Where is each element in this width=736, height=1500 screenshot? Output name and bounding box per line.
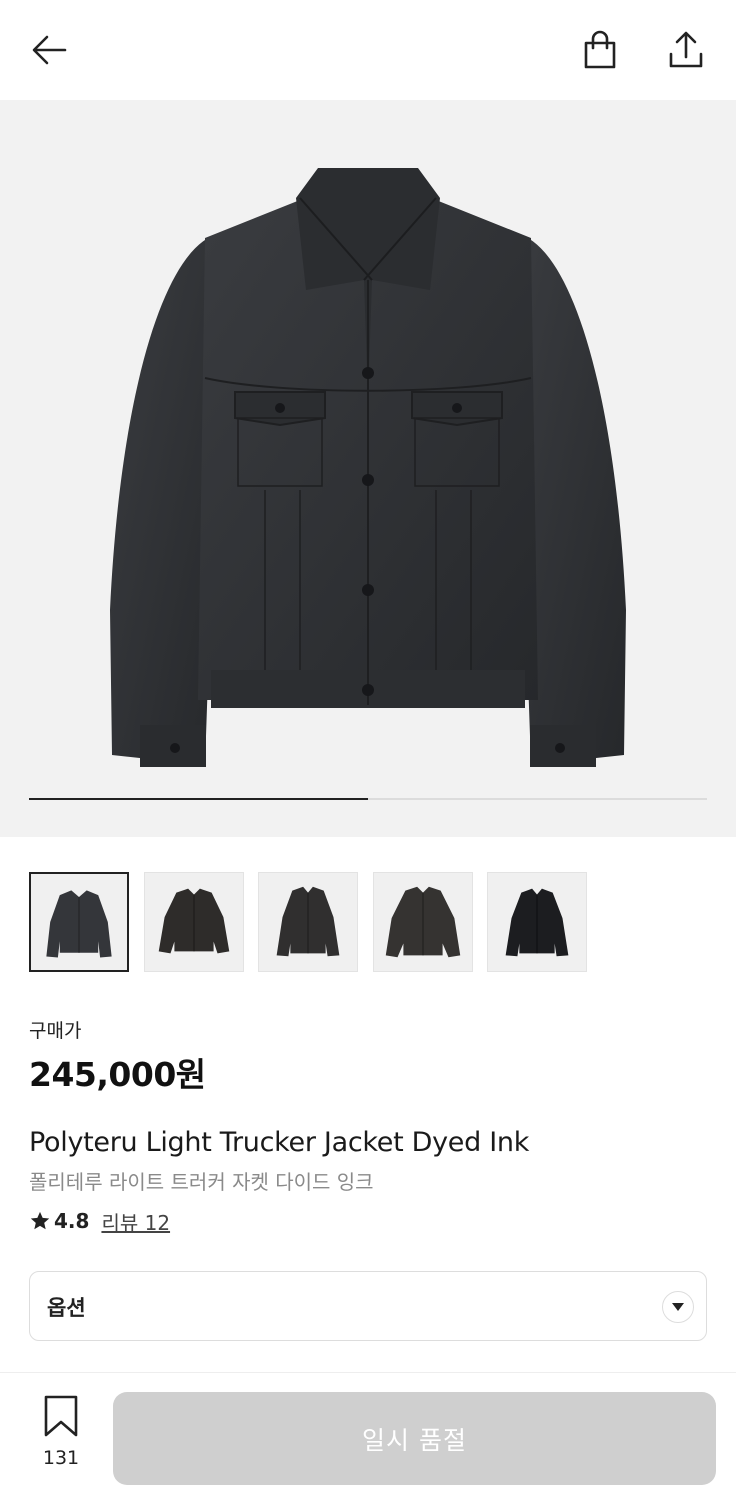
rating-value: 4.8 [54, 1209, 90, 1233]
jacket-thumbnail-image [505, 888, 569, 957]
product-image-carousel[interactable] [0, 100, 736, 837]
bottom-action-bar: 131 일시 품절 [0, 1372, 736, 1500]
review-count-link[interactable]: 리뷰 12 [101, 1207, 170, 1236]
rating-row: 4.8 리뷰 12 [29, 1207, 170, 1235]
thumbnail-strip [29, 872, 709, 972]
thumbnail-3[interactable] [258, 872, 358, 972]
back-button[interactable] [27, 28, 71, 72]
top-app-bar [0, 0, 736, 100]
bookmark-button[interactable]: 131 [30, 1395, 92, 1475]
jacket-thumbnail-image [46, 890, 112, 958]
product-title-english: Polyteru Light Trucker Jacket Dyed Ink [29, 1127, 530, 1158]
jacket-thumbnail-image [385, 886, 461, 958]
share-button[interactable] [664, 28, 708, 72]
chevron-down-icon [662, 1291, 694, 1323]
thumbnail-4[interactable] [373, 872, 473, 972]
carousel-progress-track [29, 798, 707, 800]
carousel-progress-fill [29, 798, 368, 800]
thumbnail-2[interactable] [144, 872, 244, 972]
thumbnail-5[interactable] [487, 872, 587, 972]
shopping-bag-button[interactable] [578, 28, 622, 72]
arrow-left-icon [32, 35, 67, 65]
sold-out-button[interactable]: 일시 품절 [113, 1392, 716, 1485]
option-select-label: 옵션 [47, 1296, 86, 1320]
bookmark-icon [44, 1395, 78, 1437]
option-select[interactable]: 옵션 [29, 1271, 707, 1341]
share-upload-icon [669, 31, 703, 68]
product-price: 245,000원 [29, 1055, 206, 1094]
bookmark-count: 131 [42, 1447, 80, 1469]
thumbnail-1[interactable] [29, 872, 129, 972]
price-label: 구매가 [29, 1020, 82, 1042]
product-jacket-image [110, 168, 626, 767]
jacket-thumbnail-image [158, 888, 230, 954]
product-title-korean: 폴리테루 라이트 트러커 자켓 다이드 잉크 [29, 1170, 374, 1194]
shopping-bag-icon [584, 30, 616, 69]
jacket-thumbnail-image [276, 886, 340, 957]
star-icon [29, 1210, 51, 1232]
